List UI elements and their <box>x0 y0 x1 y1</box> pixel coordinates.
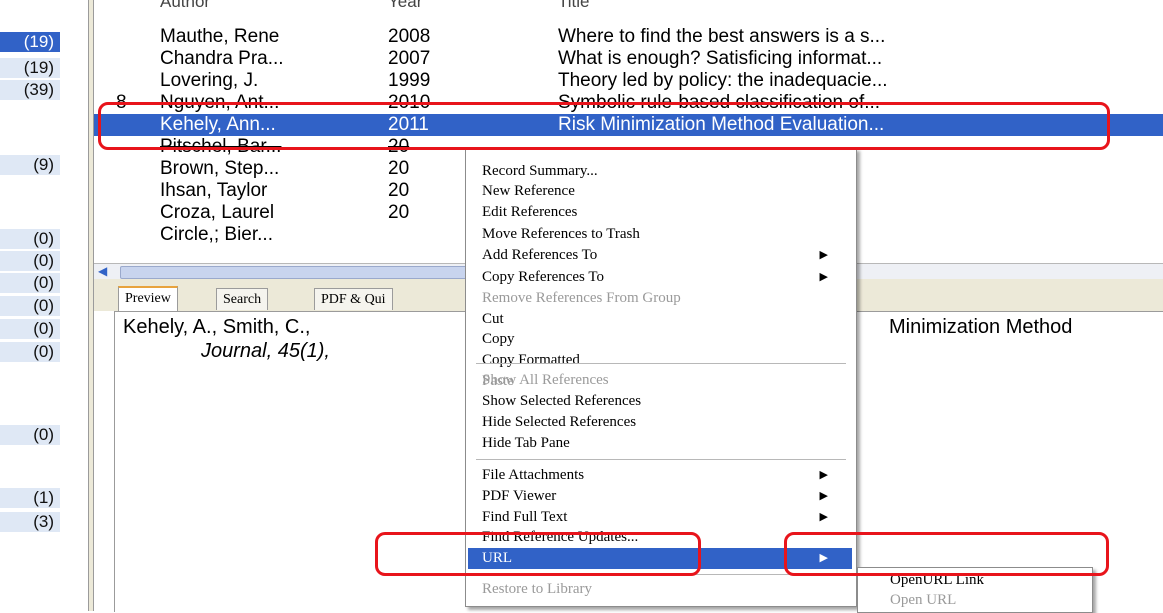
annotation-box-openurl-link <box>784 532 1109 576</box>
preview-citation: Kehely, A., Smith, C., <box>123 316 311 338</box>
row-year: 2008 <box>388 26 431 47</box>
row-author: Lovering, J. <box>160 70 259 91</box>
table-row[interactable]: Lovering, J. 1999 Theory led by policy: … <box>94 70 1163 92</box>
menu-item-label: Hide Tab Pane <box>482 435 570 451</box>
menu-separator <box>476 363 846 364</box>
menu-item-edit-references[interactable]: Edit References <box>468 202 852 223</box>
group-count[interactable]: (0) <box>0 425 60 445</box>
group-count[interactable]: (0) <box>0 229 60 249</box>
table-row[interactable]: Mauthe, Rene 2008 Where to find the best… <box>94 26 1163 48</box>
menu-separator <box>476 459 846 460</box>
column-header-title[interactable]: Title <box>558 0 590 12</box>
menu-item-copy[interactable]: Copy <box>468 329 852 350</box>
menu-item-label: Hide Selected References <box>482 414 637 430</box>
menu-item-label: New Reference <box>482 183 575 199</box>
tab-pdf-quick-edit[interactable]: PDF & Qui <box>314 288 393 310</box>
menu-item-hide-selected[interactable]: Hide Selected References <box>468 412 852 433</box>
submenu-arrow-icon: ▶ <box>819 490 828 502</box>
annotation-box-selected-reference <box>98 102 1110 150</box>
column-header-author[interactable]: Author <box>160 0 210 12</box>
menu-item-cut[interactable]: Cut <box>468 309 852 330</box>
menu-item-remove-from-group[interactable]: Remove References From Group <box>468 288 852 309</box>
row-author: Chandra Pra... <box>160 48 284 69</box>
menu-item-open-url[interactable]: Open URL <box>860 590 1090 608</box>
menu-item-label: Restore to Library <box>482 581 592 597</box>
column-header-year[interactable]: Year <box>388 0 422 12</box>
menu-item-label: Find Full Text <box>482 509 568 525</box>
row-author: Brown, Step... <box>160 158 280 179</box>
menu-item-label: Add References To <box>482 247 598 263</box>
menu-item-pdf-viewer[interactable]: PDF Viewer ▶ <box>468 486 852 507</box>
menu-item-label: Move References to Trash <box>482 226 640 242</box>
group-count[interactable]: (9) <box>0 155 60 175</box>
scroll-left-icon[interactable]: ◀ <box>98 264 107 278</box>
row-year: 1999 <box>388 70 431 91</box>
row-author: Ihsan, Taylor <box>160 180 268 201</box>
group-panel: (19) (19) (39) (9) (0) (0) (0) (0) (0) (… <box>0 0 90 611</box>
menu-item-show-all-references[interactable]: Show All References <box>468 370 852 391</box>
menu-item-hide-tab-pane[interactable]: Hide Tab Pane <box>468 433 852 454</box>
row-year: 20 <box>388 180 410 201</box>
menu-item-restore-to-library[interactable]: Restore to Library <box>468 579 852 600</box>
menu-item-new-reference[interactable]: New Reference <box>468 181 852 202</box>
tab-preview[interactable]: Preview <box>118 286 178 313</box>
table-row[interactable]: Chandra Pra... 2007 What is enough? Sati… <box>94 48 1163 70</box>
group-count[interactable]: (19) <box>0 32 60 52</box>
row-title: Where to find the best answers is a s... <box>558 26 886 47</box>
menu-item-move-to-trash[interactable]: Move References to Trash <box>468 224 852 245</box>
menu-item-label: Remove References From Group <box>482 290 681 306</box>
row-title: Theory led by policy: the inadequacie... <box>558 70 888 91</box>
menu-item-label: Edit References <box>482 204 578 220</box>
group-count[interactable]: (39) <box>0 80 60 100</box>
menu-item-label: PDF Viewer <box>482 488 557 504</box>
menu-item-label: Show Selected References <box>482 393 642 409</box>
menu-item-label: File Attachments <box>482 467 585 483</box>
annotation-box-url-menu-item <box>375 532 701 576</box>
group-count[interactable]: (1) <box>0 488 60 508</box>
preview-journal: Journal, 45(1), <box>201 340 330 362</box>
tab-search[interactable]: Search <box>216 288 269 310</box>
menu-item-file-attachments[interactable]: File Attachments ▶ <box>468 465 852 486</box>
menu-item-label: Copy <box>482 331 515 347</box>
submenu-arrow-icon: ▶ <box>819 271 828 283</box>
menu-item-label: Cut <box>482 311 504 327</box>
group-count[interactable]: (19) <box>0 58 60 78</box>
menu-item-find-full-text[interactable]: Find Full Text ▶ <box>468 507 852 528</box>
submenu-arrow-icon: ▶ <box>819 469 828 481</box>
row-year: 20 <box>388 158 410 179</box>
menu-item-show-selected[interactable]: Show Selected References <box>468 391 852 412</box>
group-count[interactable]: (0) <box>0 251 60 271</box>
menu-item-label: Show All References <box>482 372 609 388</box>
row-author: Circle,; Bier... <box>160 224 273 245</box>
menu-item-record-summary[interactable]: Record Summary... <box>468 161 852 182</box>
menu-item-copy-references-to[interactable]: Copy References To ▶ <box>468 267 852 288</box>
row-year: 2007 <box>388 48 431 69</box>
group-count[interactable]: (0) <box>0 296 60 316</box>
menu-item-label: Open URL <box>890 592 957 608</box>
group-count[interactable]: (0) <box>0 319 60 339</box>
row-title: What is enough? Satisficing informat... <box>558 48 883 69</box>
menu-item-add-references-to[interactable]: Add References To ▶ <box>468 245 852 266</box>
submenu-arrow-icon: ▶ <box>819 249 828 261</box>
menu-item-label: Copy Formatted <box>482 352 580 368</box>
menu-item-label: Record Summary... <box>482 163 598 179</box>
menu-item-label: Copy References To <box>482 269 604 285</box>
menu-item-copy-formatted[interactable]: Copy Formatted <box>468 350 852 371</box>
group-count[interactable]: (0) <box>0 342 60 362</box>
row-author: Mauthe, Rene <box>160 26 280 47</box>
submenu-arrow-icon: ▶ <box>819 511 828 523</box>
row-author: Croza, Laurel <box>160 202 275 223</box>
group-count[interactable]: (3) <box>0 512 60 532</box>
row-year: 20 <box>388 202 410 223</box>
group-count[interactable]: (0) <box>0 273 60 293</box>
preview-citation-title: Minimization Method <box>889 316 1073 338</box>
